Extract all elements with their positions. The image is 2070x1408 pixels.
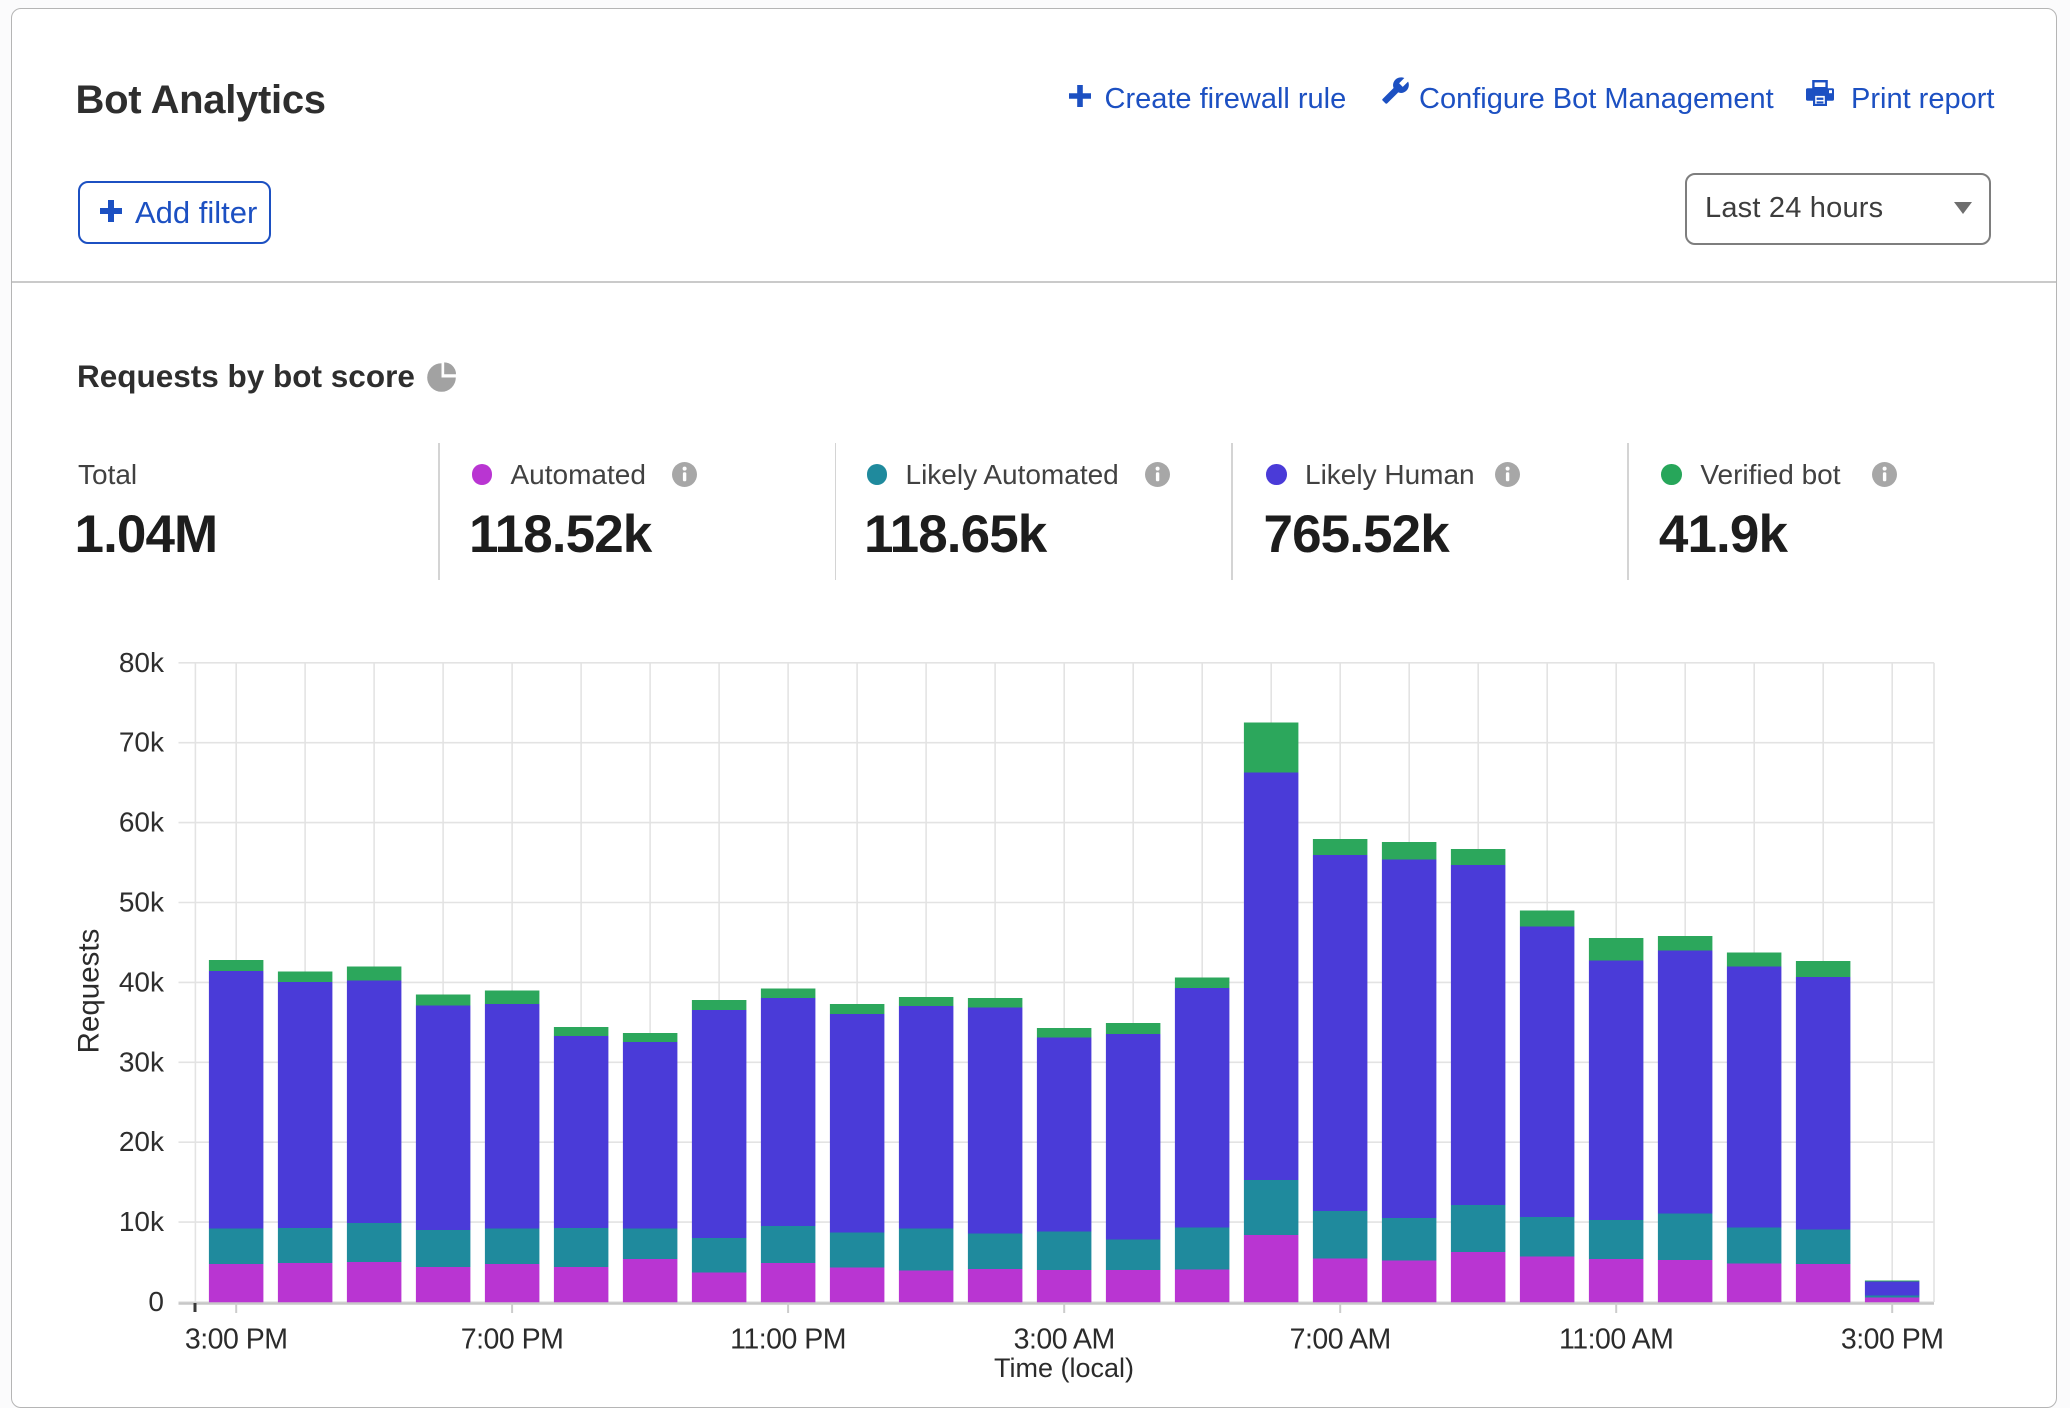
svg-text:40k: 40k — [119, 966, 165, 997]
svg-text:7:00 AM: 7:00 AM — [1290, 1324, 1391, 1356]
svg-text:30k: 30k — [119, 1046, 165, 1077]
svg-text:3:00 PM: 3:00 PM — [185, 1324, 288, 1356]
svg-text:11:00 AM: 11:00 AM — [1559, 1324, 1673, 1356]
svg-text:Requests: Requests — [73, 929, 106, 1054]
svg-text:10k: 10k — [119, 1206, 165, 1237]
svg-text:60k: 60k — [119, 807, 165, 838]
svg-text:80k: 80k — [119, 647, 165, 678]
svg-text:50k: 50k — [119, 887, 165, 918]
svg-text:Time (local): Time (local) — [994, 1353, 1134, 1383]
svg-text:70k: 70k — [119, 727, 165, 758]
svg-text:3:00 AM: 3:00 AM — [1014, 1324, 1115, 1356]
svg-text:0: 0 — [148, 1286, 164, 1317]
svg-text:3:00 PM: 3:00 PM — [1841, 1324, 1944, 1356]
svg-text:11:00 PM: 11:00 PM — [730, 1324, 846, 1356]
svg-text:20k: 20k — [119, 1126, 165, 1157]
svg-text:7:00 PM: 7:00 PM — [461, 1324, 564, 1356]
